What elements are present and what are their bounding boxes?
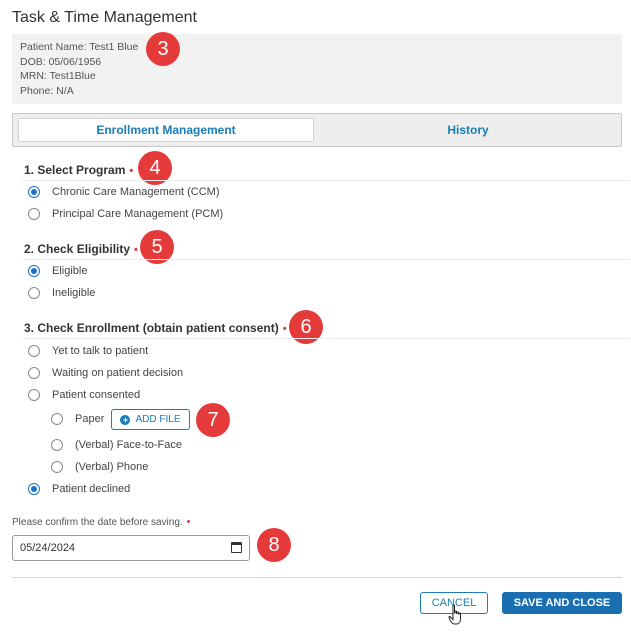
page-title: Task & Time Management	[12, 9, 197, 26]
date-label-text: Please confirm the date before saving.	[12, 517, 183, 528]
patient-dob: DOB: 05/06/1956	[20, 55, 102, 68]
radio-button[interactable]	[28, 389, 40, 401]
section-title-select-program: 1. Select Program •	[24, 163, 133, 177]
radio-option-yet-to-talk[interactable]: Yet to talk to patient	[28, 345, 148, 357]
radio-button[interactable]	[28, 367, 40, 379]
section-title-check-enrollment: 3. Check Enrollment (obtain patient cons…	[24, 321, 287, 335]
tab-enrollment-management[interactable]: Enrollment Management	[18, 118, 314, 142]
radio-option-declined[interactable]: Patient declined	[28, 483, 130, 495]
date-value: 05/24/2024	[20, 542, 76, 554]
section-divider	[22, 259, 630, 260]
radio-label: Principal Care Management (PCM)	[52, 208, 224, 220]
section-title-text: 2. Check Eligibility	[24, 242, 131, 256]
patient-name: Patient Name: Test1 Blue	[20, 41, 139, 53]
add-file-button[interactable]: + ADD FILE	[111, 409, 190, 430]
radio-label: Ineligible	[52, 287, 96, 299]
radio-button[interactable]	[51, 461, 63, 473]
radio-button[interactable]	[28, 287, 40, 299]
radio-label: Patient declined	[52, 483, 131, 495]
required-marker: •	[186, 516, 191, 528]
section-divider	[22, 180, 630, 181]
patient-mrn: MRN: Test1Blue	[20, 70, 96, 82]
radio-option-consented[interactable]: Patient consented	[28, 389, 140, 401]
section-title-text: 3. Check Enrollment (obtain patient cons…	[24, 321, 279, 335]
radio-button[interactable]	[51, 439, 63, 451]
radio-option-verbal-face-to-face[interactable]: (Verbal) Face-to-Face	[51, 439, 182, 451]
radio-button[interactable]	[28, 345, 40, 357]
patient-info-panel: Patient Name: Test1 Blue DOB: 05/06/1956…	[12, 34, 622, 104]
radio-label: (Verbal) Face-to-Face	[75, 439, 182, 451]
plus-circle-icon: +	[120, 414, 131, 425]
radio-label: (Verbal) Phone	[75, 461, 149, 473]
date-confirm-label: Please confirm the date before saving. •	[12, 516, 191, 528]
required-marker: •	[134, 244, 138, 256]
callout-badge-3: 3	[146, 32, 180, 66]
radio-label: Yet to talk to patient	[52, 345, 149, 357]
section-divider	[22, 338, 630, 339]
tab-history[interactable]: History	[319, 118, 617, 142]
radio-option-ineligible[interactable]: Ineligible	[28, 287, 95, 299]
calendar-icon[interactable]	[231, 542, 242, 553]
hand-pointer-icon	[448, 604, 461, 625]
radio-button[interactable]	[28, 483, 40, 495]
radio-label: Patient consented	[52, 389, 141, 401]
date-input[interactable]: 05/24/2024	[12, 535, 250, 561]
radio-option-ccm[interactable]: Chronic Care Management (CCM)	[28, 186, 220, 198]
radio-option-verbal-phone[interactable]: (Verbal) Phone	[51, 461, 148, 473]
radio-option-eligible[interactable]: Eligible	[28, 265, 87, 277]
radio-option-waiting[interactable]: Waiting on patient decision	[28, 367, 183, 379]
save-and-close-button[interactable]: SAVE AND CLOSE	[502, 592, 622, 614]
add-file-label: ADD FILE	[135, 414, 181, 425]
callout-badge-7: 7	[196, 403, 230, 437]
radio-button[interactable]	[51, 413, 63, 425]
section-title-check-eligibility: 2. Check Eligibility •	[24, 242, 138, 256]
radio-label: Paper	[75, 413, 105, 425]
callout-badge-8: 8	[257, 528, 291, 562]
radio-label: Eligible	[52, 265, 88, 277]
required-marker: •	[129, 165, 134, 177]
radio-label: Chronic Care Management (CCM)	[52, 186, 220, 198]
section-title-text: 1. Select Program	[24, 163, 126, 177]
radio-button[interactable]	[28, 265, 40, 277]
radio-option-paper[interactable]: Paper	[51, 413, 104, 425]
tab-bar: Enrollment Management History	[12, 113, 622, 147]
footer-divider	[12, 577, 622, 578]
radio-option-pcm[interactable]: Principal Care Management (PCM)	[28, 208, 223, 220]
required-marker: •	[282, 323, 287, 335]
patient-phone: Phone: N/A	[20, 84, 74, 97]
radio-button[interactable]	[28, 208, 40, 220]
radio-label: Waiting on patient decision	[52, 367, 184, 379]
radio-button[interactable]	[28, 186, 40, 198]
